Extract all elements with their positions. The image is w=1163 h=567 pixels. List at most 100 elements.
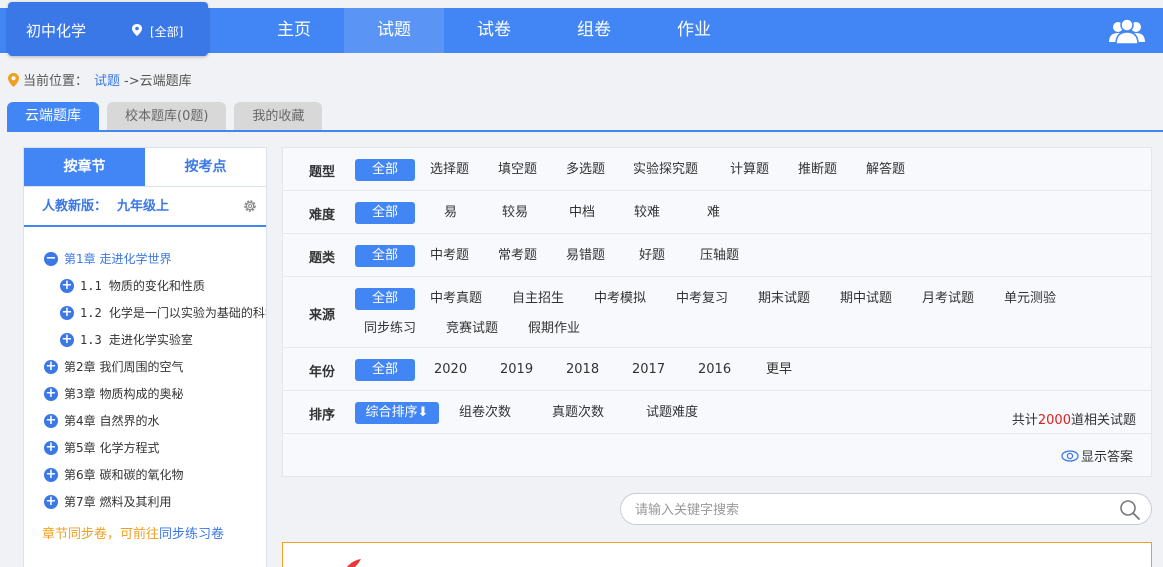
difficulty-option[interactable]: 较难	[634, 202, 660, 224]
tree-node-label: 第5章 化学方程式	[64, 441, 160, 455]
category-option[interactable]: 易错题	[566, 245, 605, 267]
sort-option[interactable]: 试题难度	[646, 402, 698, 424]
sort-option[interactable]: 真题次数	[552, 402, 604, 424]
show-answer-toggle[interactable]: 显示答案	[1061, 446, 1133, 465]
nav-compose[interactable]: 组卷	[544, 8, 644, 53]
year-option[interactable]: 更早	[766, 359, 792, 381]
tree-node-label: 第4章 自然界的水	[64, 414, 160, 428]
nav-papers[interactable]: 试卷	[444, 8, 544, 53]
sort-option-comprehensive[interactable]: 综合排序⬇	[355, 402, 439, 424]
expand-icon[interactable]: +	[44, 386, 58, 401]
chapter-panel-tabs: 按章节 按考点	[24, 148, 266, 187]
tree-node-chapter-5[interactable]: + 第5章 化学方程式	[24, 434, 266, 461]
type-option[interactable]: 实验探究题	[633, 159, 698, 181]
category-option[interactable]: 好题	[639, 245, 665, 267]
source-option[interactable]: 中考真题	[430, 288, 482, 310]
tree-node-chapter-3[interactable]: + 第3章 物质构成的奥秘	[24, 380, 266, 407]
nav-homework[interactable]: 作业	[644, 8, 744, 53]
tab-favorites[interactable]: 我的收藏	[234, 102, 323, 131]
source-option[interactable]: 竞赛试题	[446, 318, 498, 340]
source-option[interactable]: 单元测验	[1004, 288, 1056, 310]
category-option[interactable]: 压轴题	[700, 245, 739, 267]
tree-node-section-1-2[interactable]: +1.2 化学是一门以实验为基础的科学	[24, 299, 266, 326]
type-option[interactable]: 填空题	[498, 159, 537, 181]
expand-icon[interactable]: +	[44, 494, 58, 509]
expand-icon[interactable]: +	[44, 413, 58, 428]
chapter-tree: − 第1章 走进化学世界 +1.1 物质的变化和性质 +1.2 化学是一门以实验为…	[24, 227, 266, 515]
type-option[interactable]: 多选题	[566, 159, 605, 181]
search-input[interactable]	[635, 500, 1095, 520]
type-option[interactable]: 推断题	[798, 159, 837, 181]
source-option[interactable]: 期中试题	[840, 288, 892, 310]
category-option[interactable]: 中考题	[430, 245, 469, 267]
type-option-all[interactable]: 全部	[355, 159, 415, 181]
year-option[interactable]: 2016	[698, 359, 731, 381]
difficulty-option[interactable]: 易	[444, 202, 457, 224]
source-option[interactable]: 假期作业	[528, 318, 580, 340]
tree-node-chapter-2[interactable]: + 第2章 我们周围的空气	[24, 353, 266, 380]
tab-school-bank[interactable]: 校本题库(0题)	[107, 102, 227, 131]
breadcrumb-current: ->云端题库	[124, 74, 192, 89]
source-option[interactable]: 月考试题	[922, 288, 974, 310]
expand-icon[interactable]: +	[60, 332, 74, 347]
year-option[interactable]: 2019	[500, 359, 533, 381]
difficulty-option[interactable]: 难	[707, 202, 720, 224]
source-option[interactable]: 自主招生	[512, 288, 564, 310]
category-option[interactable]: 常考题	[498, 245, 537, 267]
breadcrumb-link-questions[interactable]: 试题	[94, 70, 120, 89]
year-option-all[interactable]: 全部	[355, 359, 415, 381]
expand-icon[interactable]: +	[60, 305, 74, 320]
total-count: 共计2000道相关试题	[1012, 409, 1136, 428]
tree-node-section-1-3[interactable]: +1.3 走进化学实验室	[24, 326, 266, 353]
show-answer-label: 显示答案	[1080, 450, 1133, 465]
filter-label-type: 题型	[309, 165, 336, 180]
nav-home[interactable]: 主页	[244, 8, 344, 53]
type-option[interactable]: 计算题	[730, 159, 769, 181]
total-suffix: 道相关试题	[1070, 413, 1136, 428]
nav-questions[interactable]: 试题	[344, 8, 444, 53]
sync-practice-link[interactable]: 同步练习卷	[159, 527, 224, 542]
year-option[interactable]: 2018	[566, 359, 599, 381]
rocket-icon	[346, 559, 361, 567]
users-icon[interactable]	[1107, 18, 1147, 44]
gear-icon[interactable]	[242, 198, 258, 214]
type-option[interactable]: 解答题	[866, 159, 905, 181]
sort-option[interactable]: 组卷次数	[459, 402, 511, 424]
category-option-all[interactable]: 全部	[355, 245, 415, 267]
subject-selector[interactable]: 初中化学 [全部]	[8, 2, 208, 56]
filter-row-sort: 排序 综合排序⬇ 组卷次数 真题次数 试题难度 共计2000道相关试题	[283, 391, 1151, 434]
tab-by-chapter[interactable]: 按章节	[24, 148, 145, 187]
location-pin-icon	[132, 24, 142, 36]
subject-title: 初中化学	[26, 22, 87, 40]
year-option[interactable]: 2017	[632, 359, 665, 381]
source-option[interactable]: 中考复习	[676, 288, 728, 310]
source-option[interactable]: 期末试题	[758, 288, 810, 310]
source-option[interactable]: 同步练习	[364, 318, 416, 340]
tree-node-chapter-6[interactable]: + 第6章 碳和碳的氧化物	[24, 461, 266, 488]
type-option[interactable]: 选择题	[430, 159, 469, 181]
tree-node-chapter-7[interactable]: + 第7章 燃料及其利用	[24, 488, 266, 515]
tree-node-section-1-1[interactable]: +1.1 物质的变化和性质	[24, 272, 266, 299]
collapse-icon[interactable]: −	[44, 251, 58, 266]
expand-icon[interactable]: +	[44, 359, 58, 374]
textbook-edition[interactable]: 人教新版： 九年级上	[24, 187, 266, 227]
difficulty-option[interactable]: 较易	[502, 202, 528, 224]
expand-icon[interactable]: +	[60, 278, 74, 293]
total-number: 2000	[1037, 413, 1071, 428]
difficulty-option[interactable]: 中档	[569, 202, 595, 224]
tab-by-topic[interactable]: 按考点	[145, 148, 266, 187]
search-icon[interactable]	[1119, 499, 1141, 521]
filter-label-source: 来源	[309, 308, 336, 323]
expand-icon[interactable]: +	[44, 467, 58, 482]
source-option[interactable]: 中考模拟	[594, 288, 646, 310]
source-option-all[interactable]: 全部	[355, 288, 415, 310]
expand-icon[interactable]: +	[44, 440, 58, 455]
tab-underline	[7, 130, 1163, 132]
tree-node-chapter-4[interactable]: + 第4章 自然界的水	[24, 407, 266, 434]
year-option[interactable]: 2020	[434, 359, 467, 381]
filter-label-difficulty: 难度	[309, 208, 336, 223]
tab-cloud-bank[interactable]: 云端题库	[7, 102, 99, 131]
tree-node-chapter-1[interactable]: − 第1章 走进化学世界	[24, 245, 266, 272]
bank-tabs: 云端题库 校本题库(0题) 我的收藏	[7, 102, 330, 131]
difficulty-option-all[interactable]: 全部	[355, 202, 415, 224]
